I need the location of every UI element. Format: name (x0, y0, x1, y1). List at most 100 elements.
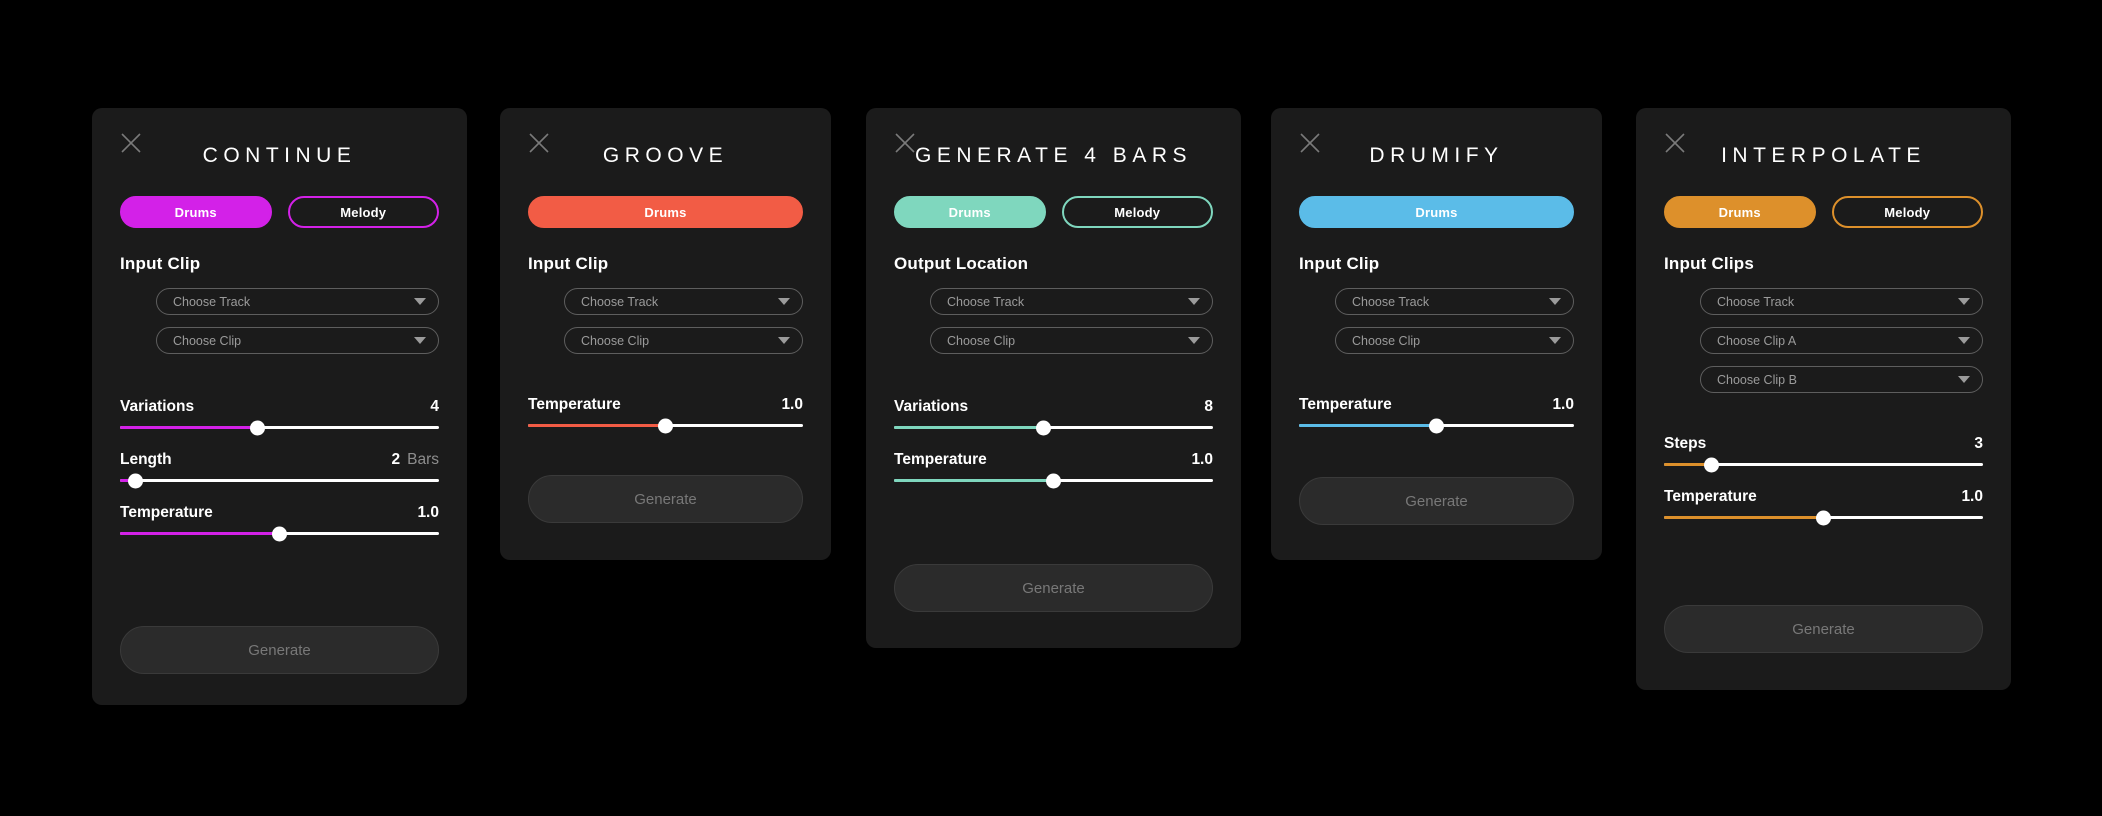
close-icon[interactable] (528, 132, 550, 154)
close-icon[interactable] (120, 132, 142, 154)
select-choose-track[interactable]: Choose Track (930, 288, 1213, 315)
select-choose-track[interactable]: Choose Track (1700, 288, 1983, 315)
slider-label: Length (120, 451, 172, 468)
slider-value-group: 2 Bars (392, 451, 440, 469)
slider-temperature: Temperature 1.0 (866, 451, 1241, 488)
slider-fill (1299, 424, 1437, 427)
mode-button-drums[interactable]: Drums (894, 196, 1046, 228)
panel-title: CONTINUE (202, 144, 357, 167)
select-label: Choose Clip (581, 333, 650, 348)
slider-value-group: 1.0 (417, 504, 439, 522)
mode-button-drums[interactable]: Drums (1664, 196, 1816, 228)
select-choose-track[interactable]: Choose Track (1335, 288, 1574, 315)
screen-root: CONTINUE Drums Melody Input Clip Choose Trac… (0, 0, 2102, 816)
slider-track[interactable] (1664, 457, 1983, 472)
section-label: Input Clip (1299, 254, 1380, 273)
mode-button-melody[interactable]: Melody (1831, 196, 1983, 228)
close-icon[interactable] (1299, 132, 1321, 154)
mode-button-drums[interactable]: Drums (1299, 196, 1574, 228)
slider-knob[interactable] (1704, 457, 1720, 472)
generate-button[interactable]: Generate (1664, 605, 1983, 653)
slider-variations: Variations 8 (866, 398, 1241, 435)
chevron-down-icon (778, 337, 790, 344)
panel-title: INTERPOLATE (1721, 144, 1926, 167)
slider-value: 2 (391, 451, 401, 468)
generate-button[interactable]: Generate (120, 626, 439, 674)
panel-interpolate: INTERPOLATE Drums Melody Input Clips Choose … (1636, 108, 2011, 690)
select-label: Choose Track (173, 294, 251, 309)
chevron-down-icon (414, 337, 426, 344)
select-choose-clip[interactable]: Choose Clip (930, 327, 1213, 354)
panel-generate-4-bars: GENERATE 4 BARS Drums Melody Output Locatio… (866, 108, 1241, 648)
select-wrap: Choose Track (500, 274, 831, 315)
mode-button-melody[interactable]: Melody (1061, 196, 1213, 228)
select-choose-track[interactable]: Choose Track (156, 288, 439, 315)
slider-value-group: 1.0 (1552, 396, 1574, 414)
slider-value-group: 1.0 (1961, 488, 1983, 506)
slider-temperature: Temperature 1.0 (1636, 488, 2011, 525)
select-choose-clip[interactable]: Choose Clip (564, 327, 803, 354)
slider-knob[interactable] (272, 526, 287, 541)
slider-knob[interactable] (249, 420, 265, 435)
slider-knob[interactable] (1816, 510, 1831, 525)
slider-value: 1.0 (1961, 488, 1983, 505)
panel-groove: GROOVE Drums Input Clip Choose Track Choose … (500, 108, 831, 560)
slider-knob[interactable] (1046, 473, 1061, 488)
slider-label: Temperature (120, 504, 213, 521)
mode-toggle-group: Drums Melody (1636, 168, 2011, 228)
slider-fill (894, 426, 1044, 429)
slider-header: Length 2 Bars (120, 451, 439, 479)
panel-title: GENERATE 4 BARS (915, 144, 1192, 167)
mode-button-drums[interactable]: Drums (120, 196, 272, 228)
generate-button[interactable]: Generate (894, 564, 1213, 612)
slider-value-group: 1.0 (1191, 451, 1213, 469)
slider-fill (120, 532, 280, 535)
close-icon[interactable] (894, 132, 916, 154)
select-choose-clip-a[interactable]: Choose Clip A (1700, 327, 1983, 354)
slider-track[interactable] (894, 420, 1213, 435)
select-label: Choose Track (581, 294, 659, 309)
generate-button[interactable]: Generate (1299, 477, 1574, 525)
slider-temperature: Temperature 1.0 (92, 504, 467, 541)
slider-track[interactable] (1664, 510, 1983, 525)
slider-track[interactable] (894, 473, 1213, 488)
slider-label: Temperature (1299, 396, 1392, 413)
close-icon[interactable] (1664, 132, 1686, 154)
slider-knob[interactable] (658, 418, 673, 433)
mode-toggle-group: Drums Melody (92, 168, 467, 228)
slider-track[interactable] (528, 418, 803, 433)
slider-value: 8 (1204, 398, 1213, 415)
slider-fill (528, 424, 666, 427)
slider-track[interactable] (120, 526, 439, 541)
slider-variations: Variations 4 (92, 398, 467, 435)
chevron-down-icon (778, 298, 790, 305)
slider-fill (1664, 516, 1824, 519)
slider-label: Temperature (1664, 488, 1757, 505)
slider-value: 1.0 (1552, 396, 1574, 413)
select-wrap: Choose Clip (1271, 315, 1602, 354)
select-wrap: Choose Clip (92, 315, 467, 354)
slider-fill (120, 426, 258, 429)
slider-knob[interactable] (1429, 418, 1444, 433)
select-choose-clip[interactable]: Choose Clip (1335, 327, 1574, 354)
slider-track[interactable] (1299, 418, 1574, 433)
generate-button[interactable]: Generate (528, 475, 803, 523)
slider-track[interactable] (120, 473, 439, 488)
chevron-down-icon (1958, 298, 1970, 305)
mode-button-drums[interactable]: Drums (528, 196, 803, 228)
slider-value-group: 4 (430, 398, 439, 416)
slider-knob[interactable] (1036, 420, 1052, 435)
select-wrap: Choose Track (866, 274, 1241, 315)
section-label: Input Clip (528, 254, 609, 273)
select-choose-clip-b[interactable]: Choose Clip B (1700, 366, 1983, 393)
select-label: Choose Clip A (1717, 333, 1797, 348)
chevron-down-icon (1549, 298, 1561, 305)
select-choose-track[interactable]: Choose Track (564, 288, 803, 315)
select-choose-clip[interactable]: Choose Clip (156, 327, 439, 354)
mode-button-melody[interactable]: Melody (287, 196, 439, 228)
slider-track[interactable] (120, 420, 439, 435)
slider-knob[interactable] (128, 473, 144, 488)
select-label: Choose Track (1717, 294, 1795, 309)
slider-temperature: Temperature 1.0 (500, 396, 831, 433)
chevron-down-icon (414, 298, 426, 305)
